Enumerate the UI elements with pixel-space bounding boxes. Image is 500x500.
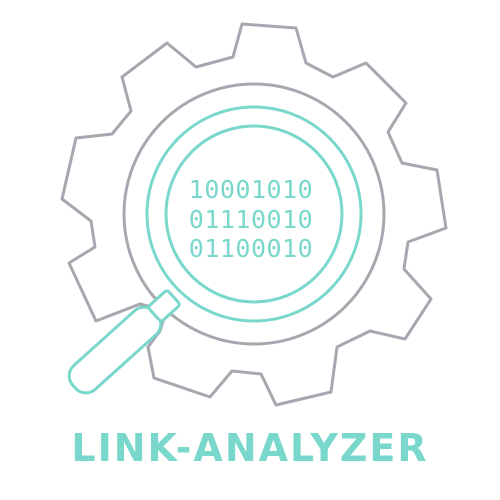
binary-line-1: 10001010 — [189, 175, 313, 204]
binary-line-3: 01100010 — [189, 234, 313, 263]
binary-data: 10001010 01110010 01100010 — [189, 175, 313, 263]
binary-line-2: 01110010 — [189, 205, 313, 234]
brand-name: LINK-ANALYZER — [71, 426, 429, 470]
logo-canvas: 10001010 01110010 01100010 LINK-ANALYZER — [0, 0, 500, 500]
